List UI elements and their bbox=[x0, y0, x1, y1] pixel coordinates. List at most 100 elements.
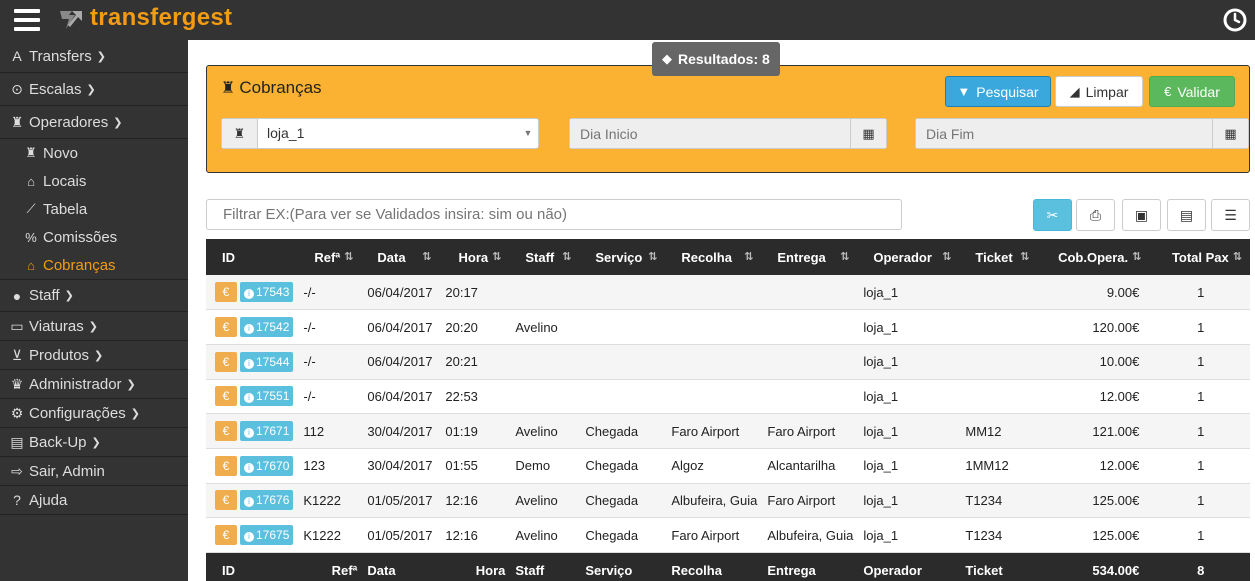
filter-input[interactable] bbox=[206, 199, 902, 230]
cell-entrega: Alcantarilha bbox=[761, 448, 858, 484]
row-id-button[interactable]: i 17551 bbox=[240, 386, 294, 407]
date-start-input[interactable] bbox=[570, 119, 850, 148]
sidebar-item-sair[interactable]: ⇨ Sair, Admin bbox=[0, 457, 188, 486]
footer-total-cob: 534.00€ bbox=[1037, 552, 1150, 581]
search-button[interactable]: ▼ Pesquisar bbox=[945, 76, 1051, 107]
footer-cell: Entrega bbox=[761, 552, 858, 581]
sidebar-item-label: Cobranças bbox=[43, 256, 116, 274]
col-header-entrega[interactable]: Entrega ⇅ bbox=[761, 239, 858, 275]
sidebar-subitem-comissoes[interactable]: % Comissões bbox=[0, 223, 188, 251]
date-end-input[interactable] bbox=[916, 119, 1212, 148]
cell-data: 06/04/2017 bbox=[361, 275, 440, 311]
print-icon[interactable]: ⎙ bbox=[1076, 199, 1115, 231]
footer-cell: Refª bbox=[297, 552, 362, 581]
pdf-export-icon[interactable]: ▤ bbox=[1167, 199, 1206, 231]
sort-icon: ⇅ bbox=[744, 250, 754, 263]
sidebar-item-operadores[interactable]: ♜ Operadores ❯ bbox=[0, 106, 188, 139]
sidebar-item-label: Transfers bbox=[29, 47, 92, 65]
col-header-data[interactable]: Data ⇅ bbox=[361, 239, 440, 275]
col-header-operador[interactable]: Operador ⇅ bbox=[857, 239, 960, 275]
info-icon: i bbox=[244, 324, 254, 335]
document-export-icon[interactable]: ☰ bbox=[1211, 199, 1250, 231]
cell-ticket bbox=[959, 344, 1038, 380]
table-row[interactable]: € i 17670 123 30/04/2017 01:55 Demo Chegada Algo… bbox=[206, 448, 1250, 484]
plane-icon: A bbox=[12, 48, 22, 64]
validate-button[interactable]: € Validar bbox=[1149, 76, 1235, 107]
cell-staff: Avelino bbox=[509, 517, 580, 553]
col-header-servico[interactable]: Serviço ⇅ bbox=[579, 239, 666, 275]
results-badge: ◆ Resultados: 8 bbox=[652, 42, 780, 76]
filter-icon: ▼ bbox=[957, 84, 971, 99]
table-row[interactable]: € i 17675 K1222 01/05/2017 12:16 Avelino Chegad… bbox=[206, 517, 1250, 553]
col-header-ref[interactable]: Refª ⇅ bbox=[297, 239, 362, 275]
sidebar-item-transfers[interactable]: A Transfers ❯ bbox=[0, 40, 188, 73]
calendar-icon[interactable]: ▦ bbox=[1212, 119, 1248, 148]
euro-icon[interactable]: € bbox=[215, 455, 237, 476]
cell-recolha: Faro Airport bbox=[665, 517, 762, 553]
footer-cell: Recolha bbox=[665, 552, 762, 581]
footer-cell: Staff bbox=[509, 552, 580, 581]
col-header-cob-opera[interactable]: Cob.Opera. ⇅ bbox=[1037, 239, 1150, 275]
table-row[interactable]: € i 17543 -/- 06/04/2017 20:17 loja_1 9.00€ 1 bbox=[206, 275, 1250, 311]
table-row[interactable]: € i 17676 K1222 01/05/2017 12:16 Avelino Chegad… bbox=[206, 483, 1250, 519]
tags-icon: ◆ bbox=[662, 51, 672, 66]
table-body: € i 17543 -/- 06/04/2017 20:17 loja_1 9.00€ 1 € i 1… bbox=[206, 275, 1250, 553]
euro-icon[interactable]: € bbox=[215, 317, 237, 338]
cell-ticket bbox=[959, 275, 1038, 311]
row-id-button[interactable]: i 17675 bbox=[240, 525, 294, 546]
calendar-icon[interactable]: ▦ bbox=[850, 119, 886, 148]
sidebar-item-configuracoes[interactable]: ⚙ Configurações ❯ bbox=[0, 399, 188, 428]
euro-icon[interactable]: € bbox=[215, 386, 237, 407]
col-header-id[interactable]: ID bbox=[206, 239, 298, 275]
euro-icon[interactable]: € bbox=[215, 525, 237, 546]
history-clock-icon[interactable] bbox=[1223, 8, 1247, 32]
col-header-staff[interactable]: Staff ⇅ bbox=[509, 239, 580, 275]
row-id-button[interactable]: i 17670 bbox=[240, 455, 294, 476]
sidebar-item-produtos[interactable]: ⊻ Produtos ❯ bbox=[0, 341, 188, 370]
sidebar-item-backup[interactable]: ▤ Back-Up ❯ bbox=[0, 428, 188, 457]
row-id-button[interactable]: i 17542 bbox=[240, 317, 294, 338]
excel-export-icon[interactable]: ▣ bbox=[1122, 199, 1161, 231]
row-id-button[interactable]: i 17544 bbox=[240, 351, 294, 372]
row-id-button[interactable]: i 17676 bbox=[240, 490, 294, 511]
table-row[interactable]: € i 17544 -/- 06/04/2017 20:21 loja_1 10.00€ 1 bbox=[206, 344, 1250, 380]
euro-icon[interactable]: € bbox=[215, 282, 237, 303]
table-row[interactable]: € i 17671 112 30/04/2017 01:19 Avelino Chegada F… bbox=[206, 413, 1250, 449]
table-row[interactable]: € i 17542 -/- 06/04/2017 20:20 Avelino loja_1 12… bbox=[206, 309, 1250, 345]
sidebar-subitem-novo[interactable]: ♜ Novo bbox=[0, 139, 188, 167]
sidebar-item-staff[interactable]: ● Staff ❯ bbox=[0, 279, 188, 312]
row-id-label: 17551 bbox=[256, 389, 290, 404]
sidebar-item-administrador[interactable]: ♛ Administrador ❯ bbox=[0, 370, 188, 399]
cell-data: 30/04/2017 bbox=[361, 413, 440, 449]
euro-icon[interactable]: € bbox=[215, 351, 237, 372]
brand[interactable]: transfergest bbox=[58, 4, 232, 32]
col-header-recolha[interactable]: Recolha ⇅ bbox=[665, 239, 762, 275]
sort-icon: ⇅ bbox=[840, 250, 850, 263]
row-id-button[interactable]: i 17543 bbox=[240, 282, 294, 303]
scissors-icon[interactable]: ✂ bbox=[1033, 199, 1072, 231]
sidebar-item-viaturas[interactable]: ▭ Viaturas ❯ bbox=[0, 312, 188, 341]
sidebar-subitem-locais[interactable]: ⌂ Locais bbox=[0, 167, 188, 195]
sidebar-item-ajuda[interactable]: ? Ajuda bbox=[0, 486, 188, 515]
clear-button[interactable]: ◢ Limpar bbox=[1055, 76, 1143, 107]
row-id-button[interactable]: i 17671 bbox=[240, 421, 294, 442]
col-header-ticket[interactable]: Ticket ⇅ bbox=[959, 239, 1038, 275]
sidebar-item-escalas[interactable]: ⊙ Escalas ❯ bbox=[0, 73, 188, 106]
table-row[interactable]: € i 17551 -/- 06/04/2017 22:53 loja_1 12.00€ 1 bbox=[206, 379, 1250, 415]
sort-icon: ⇅ bbox=[1232, 250, 1242, 263]
cell-ref: -/- bbox=[297, 379, 362, 415]
col-header-total-pax[interactable]: Total Pax ⇅ bbox=[1149, 239, 1250, 275]
logout-icon: ⇨ bbox=[11, 462, 23, 479]
sidebar-subitem-cobrancas[interactable]: ⌂ Cobranças bbox=[0, 251, 188, 279]
col-header-label: ID bbox=[222, 249, 235, 265]
euro-icon[interactable]: € bbox=[215, 490, 237, 511]
sidebar-subitem-tabela[interactable]: ⟋ Tabela bbox=[0, 195, 188, 223]
operator-select[interactable]: ♜ loja_1 ▼ bbox=[221, 118, 539, 149]
sidebar-item-label: Produtos bbox=[29, 346, 90, 364]
cell-operador: loja_1 bbox=[857, 483, 960, 519]
euro-icon[interactable]: € bbox=[215, 421, 237, 442]
col-header-label: Hora bbox=[458, 249, 489, 265]
menu-toggle-icon[interactable] bbox=[14, 9, 40, 31]
cell-staff: Avelino bbox=[509, 483, 580, 519]
col-header-hora[interactable]: Hora ⇅ bbox=[439, 239, 510, 275]
